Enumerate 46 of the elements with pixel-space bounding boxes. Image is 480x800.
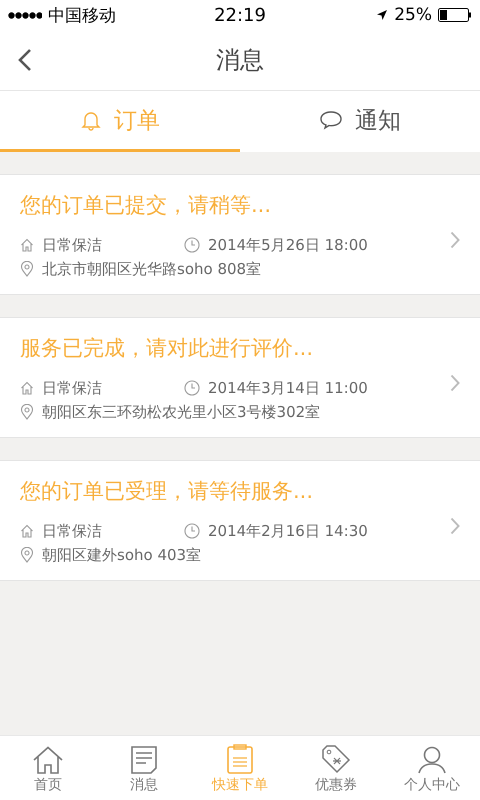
clock-icon: [184, 237, 200, 253]
order-time: 2014年2月16日 14:30: [208, 522, 368, 540]
document-icon: [131, 746, 157, 774]
tab-bar-item[interactable]: 首页: [0, 736, 96, 800]
signal-icon: [8, 12, 42, 18]
tab-bar-item[interactable]: 消息: [96, 736, 192, 800]
order-title: 您的订单已提交，请稍等...: [20, 192, 272, 219]
order-address: 朝阳区东三环劲松农光里小区3号楼302室: [42, 402, 320, 422]
service-type: 日常保洁: [42, 522, 102, 540]
battery-icon: [438, 8, 472, 22]
page-title: 消息: [216, 45, 264, 76]
person-icon: [417, 746, 447, 774]
tab[interactable]: 通知: [240, 91, 480, 152]
order-address: 朝阳区建外soho 403室: [42, 546, 202, 564]
order-time: 2014年5月26日 18:00: [208, 236, 368, 254]
price-tag-icon: [321, 744, 351, 774]
status-time: 22:19: [214, 4, 266, 26]
location-pin-icon: [20, 404, 34, 420]
house-icon: [20, 524, 34, 538]
clock-icon: [184, 523, 200, 539]
order-card[interactable]: 您的订单已提交，请稍等... 日常保洁 2014年5月26日 18:00 北京市朝阳区光华路soho 808室: [0, 174, 480, 295]
chevron-right-icon: [450, 231, 460, 249]
order-title: 您的订单已受理，请等待服务...: [20, 478, 314, 505]
clock-icon: [184, 380, 200, 396]
back-icon[interactable]: [18, 48, 32, 72]
chevron-right-icon: [450, 374, 460, 392]
speech-bubble-icon: [319, 110, 343, 130]
location-arrow-icon: [376, 9, 388, 21]
home-icon: [32, 746, 64, 774]
order-card[interactable]: 您的订单已受理，请等待服务... 日常保洁 2014年2月16日 14:30 朝阳区建外soho 403室: [0, 460, 480, 581]
tab-bar-item[interactable]: 个人中心: [384, 736, 480, 800]
location-pin-icon: [20, 547, 34, 563]
clipboard-icon: [227, 744, 253, 774]
order-card[interactable]: 服务已完成，请对此进行评价... 日常保洁 2014年3月14日 11:00 朝阳区东三环劲松农光里小区3号楼302室: [0, 317, 480, 438]
tab-bar-item[interactable]: 优惠券: [288, 736, 384, 800]
order-title: 服务已完成，请对此进行评价...: [20, 335, 314, 362]
service-type: 日常保洁: [42, 378, 102, 398]
house-icon: [20, 381, 34, 395]
location-pin-icon: [20, 261, 34, 277]
order-address: 北京市朝阳区光华路soho 808室: [42, 260, 262, 278]
house-icon: [20, 238, 34, 252]
carrier-name: 中国移动: [48, 4, 116, 26]
chevron-right-icon: [450, 517, 460, 535]
battery-percent: 25%: [394, 5, 432, 25]
service-type: 日常保洁: [42, 236, 102, 254]
order-time: 2014年3月14日 11:00: [208, 378, 368, 398]
